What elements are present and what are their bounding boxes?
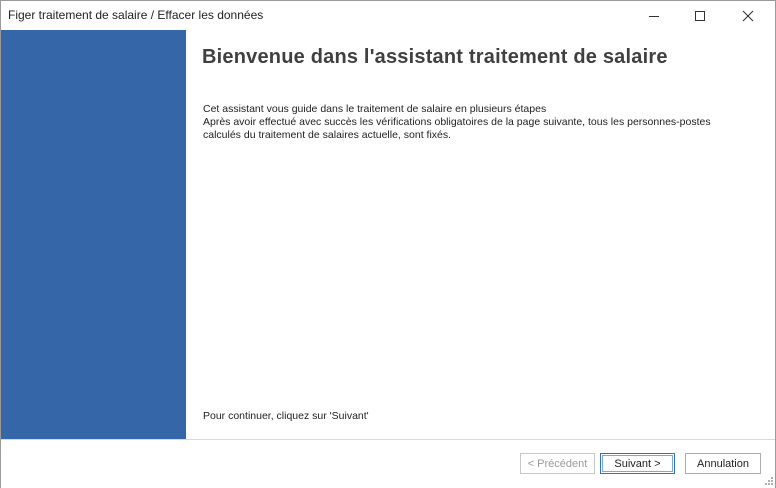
maximize-button[interactable] xyxy=(677,1,723,30)
next-button[interactable]: Suivant > xyxy=(600,453,675,474)
continue-instruction: Pour continuer, cliquez sur 'Suivant' xyxy=(203,410,369,422)
close-button[interactable] xyxy=(725,1,771,30)
description-line-1: Cet assistant vous guide dans le traitem… xyxy=(203,103,547,115)
page-title: Bienvenue dans l'assistant traitement de… xyxy=(202,46,668,68)
description-line-2: Après avoir effectué avec succès les vér… xyxy=(203,116,711,128)
maximize-icon xyxy=(695,10,705,21)
close-icon xyxy=(742,10,754,21)
resize-grip-icon[interactable] xyxy=(763,475,773,485)
wizard-footer: < Précédent Suivant > Annulation xyxy=(1,439,775,488)
wizard-window: Figer traitement de salaire / Effacer le… xyxy=(0,0,776,488)
window-title: Figer traitement de salaire / Effacer le… xyxy=(8,8,264,22)
previous-button[interactable]: < Précédent xyxy=(520,453,595,474)
cancel-button[interactable]: Annulation xyxy=(685,453,761,474)
wizard-content: Bienvenue dans l'assistant traitement de… xyxy=(186,30,775,439)
title-bar[interactable]: Figer traitement de salaire / Effacer le… xyxy=(1,1,775,30)
description-line-3: calculés du traitement de salaires actue… xyxy=(203,129,452,141)
wizard-description: Cet assistant vous guide dans le traitem… xyxy=(203,103,763,142)
wizard-sidebar-panel xyxy=(1,30,186,439)
minimize-icon xyxy=(649,15,659,17)
minimize-button[interactable] xyxy=(631,1,677,30)
